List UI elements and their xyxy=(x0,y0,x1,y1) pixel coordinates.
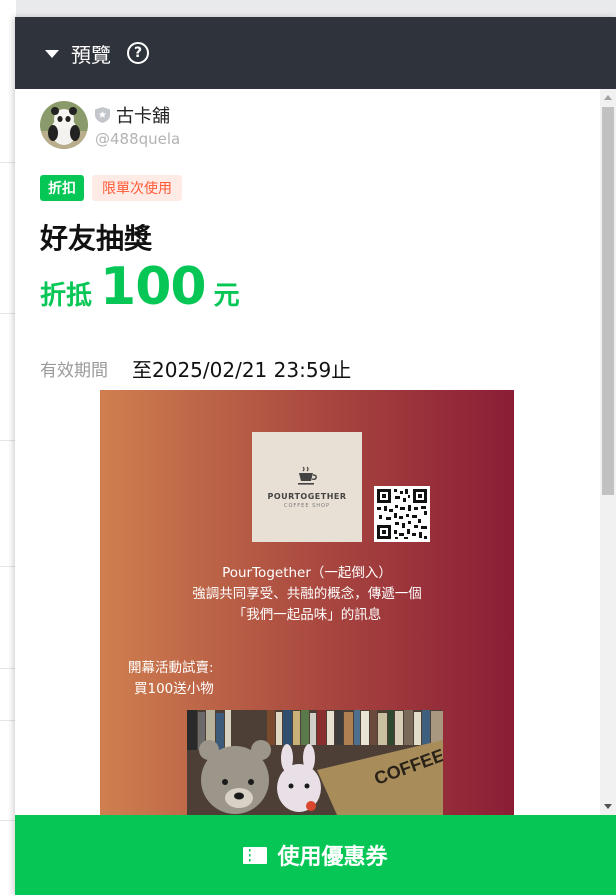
validity-period: 有效期間 至2025/02/21 23:59止 xyxy=(40,354,351,383)
preview-panel: 預覽 ? 古卡舖 @488quela 折扣 限單次使用 好友抽獎 折抵 100 … xyxy=(15,17,616,895)
avatar xyxy=(40,101,88,149)
discount-prefix: 折抵 xyxy=(40,281,93,311)
discount-amount: 100 xyxy=(100,257,207,317)
poster-line-3: 「我們一起品味」的訊息 xyxy=(232,607,382,623)
poster-photo: COFFEE xyxy=(187,710,443,815)
coupon-tags: 折扣 限單次使用 xyxy=(40,175,182,201)
poster-logo-name: POURTOGETHER xyxy=(267,491,347,501)
qr-code xyxy=(374,486,430,542)
use-coupon-button[interactable]: 使用優惠券 xyxy=(15,815,616,895)
validity-label: 有效期間 xyxy=(40,361,108,381)
use-coupon-label: 使用優惠券 xyxy=(277,845,388,870)
background-page xyxy=(0,0,16,895)
shop-handle: @488quela xyxy=(95,130,181,148)
shield-icon xyxy=(95,107,110,123)
discount-unit: 元 xyxy=(213,281,240,311)
discount-value: 折抵 100 元 xyxy=(40,257,240,317)
poster-logo-sub: COFFEE SHOP xyxy=(284,502,330,509)
coupon-title: 好友抽獎 xyxy=(40,222,153,255)
help-icon[interactable]: ? xyxy=(127,42,149,64)
scroll-down-arrow-icon[interactable] xyxy=(604,804,612,809)
poster-promo-2: 買100送小物 xyxy=(134,681,214,697)
poster-line-1: PourTogether（一起倒入） xyxy=(222,565,392,581)
scroll-up-arrow-icon[interactable] xyxy=(604,95,612,100)
usage-limit-tag: 限單次使用 xyxy=(92,175,182,201)
coupon-poster-image: POURTOGETHER COFFEE SHOP PourTogether（一起… xyxy=(100,390,514,815)
vertical-scrollbar[interactable] xyxy=(600,89,616,815)
preview-title: 預覽 xyxy=(71,42,111,67)
shop-profile: 古卡舖 @488quela xyxy=(40,101,180,149)
coupon-type-tag: 折扣 xyxy=(40,175,84,201)
preview-header[interactable]: 預覽 ? xyxy=(15,17,616,89)
ticket-icon xyxy=(243,846,268,864)
validity-value: 至2025/02/21 23:59止 xyxy=(132,358,352,382)
poster-logo: POURTOGETHER COFFEE SHOP xyxy=(252,432,362,542)
scrollbar-thumb[interactable] xyxy=(602,107,614,495)
poster-promo-1: 開幕活動試賣: xyxy=(128,660,214,676)
shop-name: 古卡舖 xyxy=(116,106,170,127)
caret-down-icon[interactable] xyxy=(45,50,59,58)
coupon-content: 古卡舖 @488quela 折扣 限單次使用 好友抽獎 折抵 100 元 有效期… xyxy=(15,89,599,815)
coffee-cup-icon xyxy=(298,466,317,485)
poster-line-2: 強調共同享受、共融的概念，傳遞一個 xyxy=(192,586,422,602)
